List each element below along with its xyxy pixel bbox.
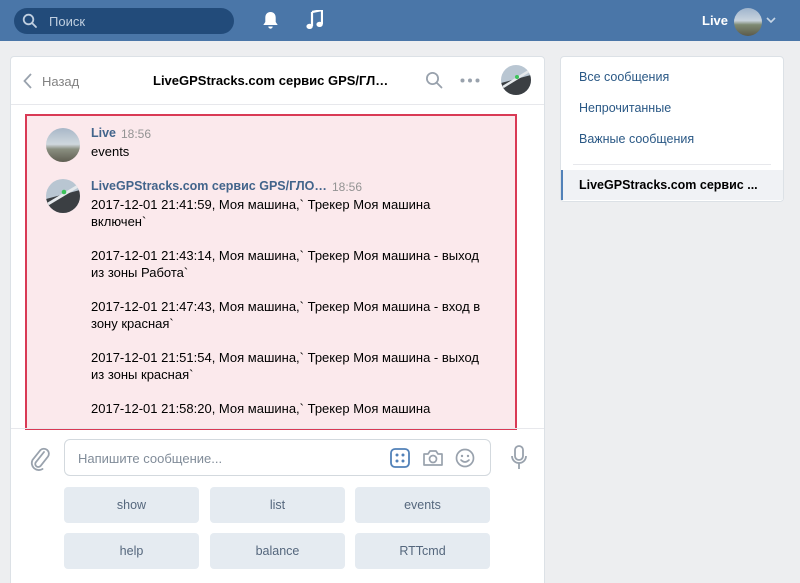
music-note-icon[interactable] xyxy=(306,10,323,30)
message-author[interactable]: LiveGPStracks.com сервис GPS/ГЛОНА... xyxy=(91,179,327,193)
message-history: Live 18:56 events LiveGPStracks.com серв… xyxy=(25,114,517,430)
message-time: 18:56 xyxy=(332,180,363,194)
message-text: включен` xyxy=(91,214,147,229)
chat-title-text: LiveGPStracks.com сервис GPS/ГЛОНАСС xyxy=(153,73,393,88)
message: LiveGPStracks.com сервис GPS/ГЛОНА... 18… xyxy=(27,179,515,428)
keyboard-button-rttcmd[interactable]: RTTcmd xyxy=(355,533,490,569)
nav-item-important[interactable]: Важные сообщения xyxy=(579,132,694,146)
camera-icon[interactable] xyxy=(422,448,444,468)
search-icon xyxy=(22,13,37,28)
message-text: 2017-12-01 21:41:59, Моя машина,` Трекер… xyxy=(91,197,431,212)
chat-avatar[interactable] xyxy=(501,65,531,95)
attach-paperclip-icon[interactable] xyxy=(29,445,51,471)
author-avatar[interactable] xyxy=(46,128,80,162)
active-chat-label: LiveGPStracks.com сервис ... xyxy=(579,178,758,192)
nav-item-unread[interactable]: Непрочитанные xyxy=(579,101,671,115)
top-navigation-bar: Поиск Live xyxy=(0,0,800,41)
nav-item-all-messages[interactable]: Все сообщения xyxy=(579,70,669,84)
message-text: 2017-12-01 21:47:43, Моя машина,` Трекер… xyxy=(91,299,481,314)
message-text: из зоны красная` xyxy=(91,367,194,382)
message-time: 18:56 xyxy=(121,127,152,141)
message: Live 18:56 events xyxy=(27,126,515,166)
search-placeholder: Поиск xyxy=(49,14,86,29)
message-input[interactable]: Напишите сообщение... xyxy=(64,439,491,476)
chat-panel: Назад LiveGPStracks.com сервис GPS/ГЛОНА… xyxy=(10,56,545,583)
keyboard-button-show[interactable]: show xyxy=(64,487,199,523)
user-name[interactable]: Live xyxy=(702,13,728,28)
microphone-icon[interactable] xyxy=(511,445,527,471)
message-input-placeholder: Напишите сообщение... xyxy=(78,451,223,466)
author-avatar[interactable] xyxy=(46,179,80,213)
chevron-down-icon[interactable] xyxy=(766,16,776,24)
message-text: 2017-12-01 21:58:20, Моя машина,` Трекер… xyxy=(91,401,431,416)
keyboard-button-balance[interactable]: balance xyxy=(210,533,345,569)
composer-divider xyxy=(11,428,544,429)
nav-item-active-chat[interactable]: LiveGPStracks.com сервис ... xyxy=(561,170,783,200)
message-text: из зоны Работа` xyxy=(91,265,189,280)
nav-divider xyxy=(573,164,771,165)
chevron-left-icon xyxy=(23,73,32,89)
message-text: 2017-12-01 21:51:54, Моя машина,` Трекер… xyxy=(91,350,480,365)
notifications-bell-icon[interactable] xyxy=(262,11,279,30)
keyboard-button-list[interactable]: list xyxy=(210,487,345,523)
more-options-icon[interactable] xyxy=(460,78,480,83)
keyboard-button-help[interactable]: help xyxy=(64,533,199,569)
back-button[interactable]: Назад xyxy=(23,72,79,90)
message-text: 2017-12-01 21:43:14, Моя машина,` Трекер… xyxy=(91,248,480,263)
chat-header: Назад LiveGPStracks.com сервис GPS/ГЛОНА… xyxy=(11,57,544,105)
emoji-smile-icon[interactable] xyxy=(455,448,475,468)
search-messages-icon[interactable] xyxy=(425,71,443,89)
message-text: зону красная` xyxy=(91,316,174,331)
search-box[interactable]: Поиск xyxy=(14,8,234,34)
messages-filter-menu: Все сообщения Непрочитанные Важные сообщ… xyxy=(560,56,784,202)
user-avatar[interactable] xyxy=(734,8,762,36)
back-label: Назад xyxy=(42,73,80,89)
bot-keyboard-icon[interactable] xyxy=(390,448,410,468)
message-author[interactable]: Live xyxy=(91,126,116,140)
chat-title: LiveGPStracks.com сервис GPS/ГЛОНАСС xyxy=(153,73,393,88)
message-text: events xyxy=(91,144,130,159)
keyboard-button-events[interactable]: events xyxy=(355,487,490,523)
